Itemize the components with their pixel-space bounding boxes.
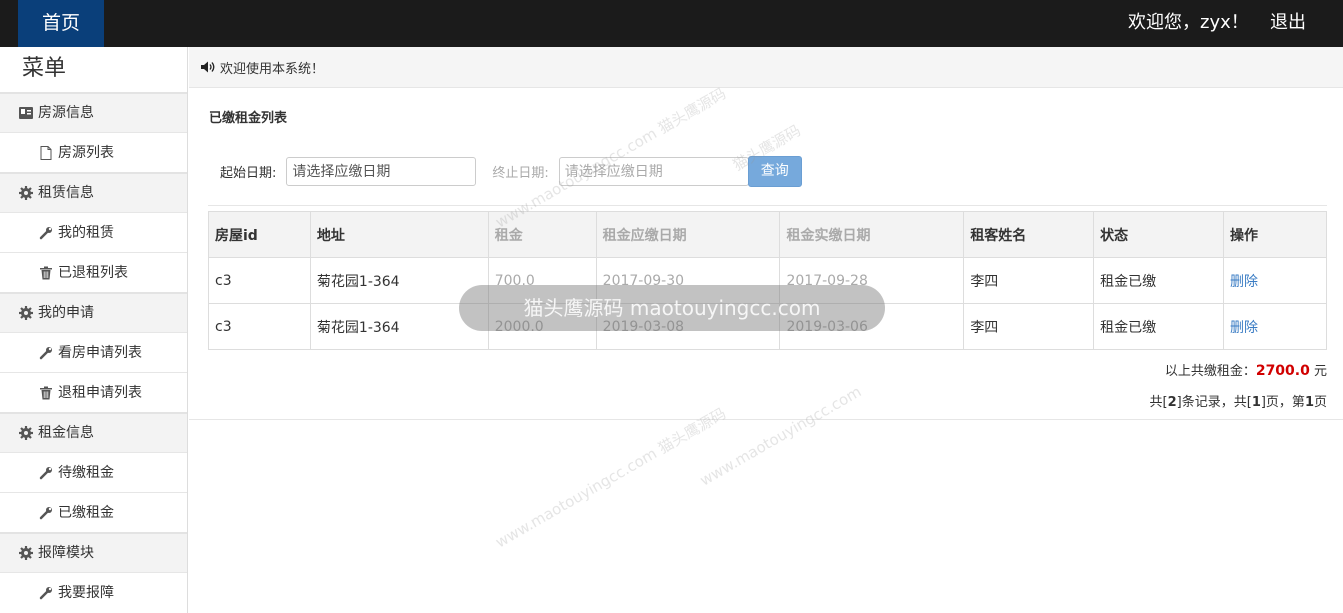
pager-pages: 1 bbox=[1251, 395, 1261, 410]
sidebar-group-label: 报障模块 bbox=[38, 545, 94, 561]
header-paid-date: 租金实缴日期 bbox=[779, 211, 965, 258]
sidebar-item-termination-requests[interactable]: 退租申请列表 bbox=[0, 372, 187, 412]
sidebar-item-ended-lease[interactable]: 已退租列表 bbox=[0, 252, 187, 292]
trash-icon bbox=[38, 385, 54, 401]
pager-current: 1 bbox=[1304, 395, 1314, 410]
sidebar-item-report-fault[interactable]: 我要报障 bbox=[0, 572, 187, 612]
sidebar-group-label: 我的申请 bbox=[38, 305, 94, 321]
page-title: 已缴租金列表 bbox=[209, 111, 288, 126]
sidebar-group-repair[interactable]: 报障模块 bbox=[0, 532, 187, 572]
divider bbox=[208, 205, 1327, 206]
header-status: 状态 bbox=[1093, 211, 1225, 258]
file-icon bbox=[38, 145, 54, 161]
notice-text: 欢迎使用本系统！ bbox=[220, 61, 325, 77]
watermark: www.maotouyingcc.com bbox=[696, 382, 865, 490]
pager-text: 页 bbox=[1313, 395, 1327, 410]
header-actions: 操作 bbox=[1223, 211, 1327, 258]
cell-house-id: c3 bbox=[208, 303, 311, 350]
cell-tenant-name: 李四 bbox=[963, 257, 1095, 304]
wrench-icon bbox=[38, 345, 54, 361]
gear-icon bbox=[18, 305, 34, 321]
notice-bar: 欢迎使用本系统！ bbox=[189, 47, 1343, 88]
menu-title: 菜单 bbox=[22, 56, 67, 81]
divider bbox=[189, 419, 1343, 420]
cell-tenant-name: 李四 bbox=[963, 303, 1095, 350]
sidebar-group-rent[interactable]: 租金信息 bbox=[0, 412, 187, 452]
gear-icon bbox=[18, 545, 34, 561]
header-house-id: 房屋id bbox=[208, 211, 311, 258]
pager-text: ]页，第 bbox=[1260, 395, 1305, 410]
sidebar-item-label: 房源列表 bbox=[58, 144, 114, 161]
pager-text: 共[ bbox=[1149, 395, 1168, 410]
summary-prefix: 以上共缴租金： bbox=[1164, 364, 1256, 379]
start-date-label: 起始日期: bbox=[220, 166, 277, 181]
cell-house-id: c3 bbox=[208, 257, 311, 304]
filter-form: 起始日期: 终止日期: 查询 bbox=[220, 156, 802, 187]
sidebar-group-label: 租金信息 bbox=[38, 425, 94, 441]
trash-icon bbox=[38, 265, 54, 281]
table-header-row: 房屋id 地址 租金 租金应缴日期 租金实缴日期 租客姓名 状态 操作 bbox=[208, 211, 1327, 258]
sidebar-group-housing[interactable]: 房源信息 bbox=[0, 92, 187, 132]
pager-total: 2 bbox=[1167, 395, 1177, 410]
sidebar-item-label: 已退租列表 bbox=[58, 264, 128, 281]
sidebar-item-rent-due[interactable]: 待缴租金 bbox=[0, 452, 187, 492]
sidebar-item-housing-list[interactable]: 房源列表 bbox=[0, 132, 187, 172]
pagination-info: 共[2]条记录，共[1]页，第1页 bbox=[1150, 391, 1327, 410]
pager-text: ]条记录，共[ bbox=[1176, 395, 1252, 410]
summary-amount: 2700.0 bbox=[1255, 363, 1310, 379]
wrench-icon bbox=[38, 585, 54, 601]
watermark-overlay: 猫头鹰源码 maotouyingcc.com bbox=[459, 285, 885, 331]
delete-link[interactable]: 删除 bbox=[1230, 320, 1258, 336]
top-navbar: 首页 欢迎您，zyx！ 退出 bbox=[0, 0, 1343, 47]
rent-summary: 以上共缴租金：2700.0 元 bbox=[1165, 360, 1327, 379]
main-content: 欢迎使用本系统！ 已缴租金列表 起始日期: 终止日期: 查询 房屋id 地址 租… bbox=[189, 47, 1343, 613]
cell-status: 租金已缴 bbox=[1093, 257, 1225, 304]
sidebar-item-label: 我要报障 bbox=[58, 584, 114, 601]
sidebar-item-label: 已缴租金 bbox=[58, 504, 114, 521]
delete-link[interactable]: 删除 bbox=[1230, 274, 1258, 290]
sidebar-group-label: 租赁信息 bbox=[38, 185, 94, 201]
header-address: 地址 bbox=[309, 211, 489, 258]
gear-icon bbox=[18, 425, 34, 441]
sidebar-group-lease[interactable]: 租赁信息 bbox=[0, 172, 187, 212]
sidebar: 菜单 房源信息 房源列表 租赁信息 我的租赁 已退租列表 我的申请 看房申请列表… bbox=[0, 47, 188, 613]
id-card-icon bbox=[18, 105, 34, 121]
start-date-input[interactable] bbox=[286, 157, 477, 186]
sidebar-item-label: 退租申请列表 bbox=[58, 384, 142, 401]
logout-link[interactable]: 退出 bbox=[1270, 0, 1306, 47]
wrench-icon bbox=[38, 465, 54, 481]
sidebar-item-viewing-requests[interactable]: 看房申请列表 bbox=[0, 332, 187, 372]
summary-suffix: 元 bbox=[1309, 364, 1327, 379]
watermark: www.maotouyingcc.com 猫头鹰源码 bbox=[492, 404, 730, 552]
header-tenant-name: 租客姓名 bbox=[963, 211, 1095, 258]
sidebar-item-rent-paid[interactable]: 已缴租金 bbox=[0, 492, 187, 532]
end-date-label: 终止日期: bbox=[492, 166, 549, 181]
volume-icon bbox=[200, 59, 216, 75]
home-button[interactable]: 首页 bbox=[18, 0, 104, 47]
sidebar-item-label: 我的租赁 bbox=[58, 224, 114, 241]
welcome-text: 欢迎您，zyx！ bbox=[1128, 12, 1249, 33]
sidebar-group-label: 房源信息 bbox=[38, 105, 94, 121]
header-due-date: 租金应缴日期 bbox=[595, 211, 781, 258]
sidebar-item-label: 待缴租金 bbox=[58, 464, 114, 481]
sidebar-item-label: 看房申请列表 bbox=[58, 344, 142, 361]
sidebar-item-my-lease[interactable]: 我的租赁 bbox=[0, 212, 187, 252]
wrench-icon bbox=[38, 225, 54, 241]
gear-icon bbox=[18, 185, 34, 201]
cell-status: 租金已缴 bbox=[1093, 303, 1225, 350]
wrench-icon bbox=[38, 505, 54, 521]
sidebar-group-applications[interactable]: 我的申请 bbox=[0, 292, 187, 332]
